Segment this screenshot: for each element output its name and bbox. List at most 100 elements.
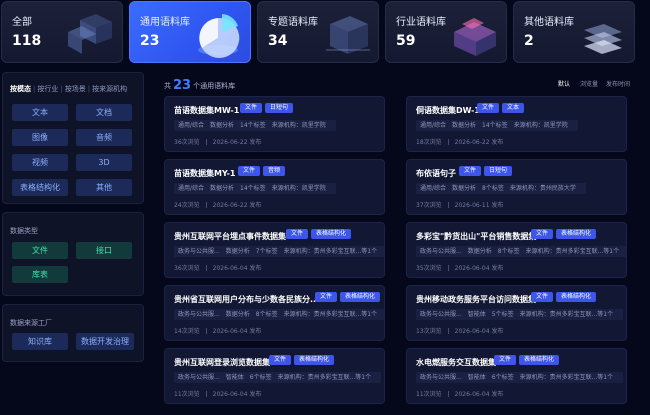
tab-scene[interactable]: 按场景 bbox=[65, 84, 86, 94]
modality-audio[interactable]: 音频 bbox=[76, 129, 132, 146]
stat-card-all[interactable]: 全部 118 bbox=[1, 1, 123, 63]
stat-label: 通用语料库 bbox=[140, 17, 190, 28]
result-count-number: 23 bbox=[173, 78, 192, 93]
dataset-footer: 36次浏览 2026-06-22 发布 bbox=[174, 139, 262, 146]
stat-label: 其他语料库 bbox=[524, 17, 574, 28]
source-title: 数据来源工厂 bbox=[10, 319, 52, 327]
dataset-footer: 36次浏览 2026-06-04 发布 bbox=[174, 265, 262, 272]
dataset-title: 贵州互联网登录浏览数据集 bbox=[174, 358, 270, 367]
modality-video[interactable]: 视频 bbox=[12, 154, 68, 171]
badge-type: 表格结构化 bbox=[311, 229, 352, 239]
dataset-card[interactable]: 苗语数据集MW-1 文件 日短句 通用/综合 数据分析 14个标签 来源机构：凯里学院 … bbox=[164, 96, 385, 152]
badge-type: 表格结构化 bbox=[519, 355, 560, 365]
stat-label: 专题语料库 bbox=[268, 17, 318, 28]
dataset-title: 贵州移动政务服务平台访问数据集 bbox=[416, 295, 536, 304]
badge-file: 文件 bbox=[240, 103, 263, 113]
dataset-title: 贵州互联网平台埋点事件数据集 bbox=[174, 232, 286, 241]
dataset-card[interactable]: 贵州互联网登录浏览数据集 文件 表格结构化 政务与公共服... 智能体 6个标签 来源机… bbox=[164, 348, 385, 404]
source-knowledge-base[interactable]: 知识库 bbox=[12, 333, 68, 350]
modality-image[interactable]: 图像 bbox=[12, 129, 68, 146]
badge-type: 日短句 bbox=[484, 166, 513, 176]
dataset-footer: 11次浏览 2026-06-04 发布 bbox=[416, 391, 504, 398]
modality-table[interactable]: 表格结构化 bbox=[12, 179, 68, 196]
dataset-card[interactable]: 布依语句子 文件 日短句 通用/综合 数据分析 8个标签 来源机构：贵州民族大学 37次… bbox=[406, 159, 627, 215]
dataset-card[interactable]: 水电燃服务交互数据集 文件 表格结构化 政务与公共服... 智能体 6个标签 来源机构：… bbox=[406, 348, 627, 404]
tab-modality[interactable]: 按模态 bbox=[10, 84, 31, 94]
stat-card-topic[interactable]: 专题语料库 34 bbox=[257, 1, 379, 63]
badge-file: 文件 bbox=[531, 229, 554, 239]
data-type-file[interactable]: 文件 bbox=[12, 242, 68, 259]
badge-type: 音频 bbox=[263, 166, 286, 176]
dataset-footer: 14次浏览 2026-06-04 发布 bbox=[174, 328, 262, 335]
dataset-meta: 政务与公共服... 智能体 5个标签 来源机构：贵州多彩宝互联...等1个 bbox=[416, 309, 624, 320]
stat-count: 34 bbox=[268, 33, 288, 49]
dataset-meta: 通用/综合 数据分析 14个标签 来源机构：凯里学院 bbox=[416, 120, 578, 131]
dataset-meta: 政务与公共服... 智能体 6个标签 来源机构：贵州多彩宝互联...等1个 bbox=[174, 372, 382, 383]
dataset-title: 贵州省互联网用户分布与少数各民族分... bbox=[174, 295, 320, 304]
badge-file: 文件 bbox=[315, 292, 338, 302]
badge-file: 文件 bbox=[238, 166, 261, 176]
tab-source-org[interactable]: 按来源机构 bbox=[92, 84, 127, 94]
layered-cube-icon bbox=[326, 16, 370, 54]
tab-industry[interactable]: 按行业 bbox=[37, 84, 58, 94]
sort-publish-time[interactable]: 发布时间 bbox=[606, 79, 630, 88]
result-count: 共 23 个通用语料库 bbox=[164, 78, 236, 93]
stat-card-general[interactable]: 通用语料库 23 bbox=[129, 1, 251, 63]
dataset-meta: 通用/综合 数据分析 14个标签 来源机构：凯里学院 bbox=[174, 120, 336, 131]
badge-file: 文件 bbox=[459, 166, 482, 176]
badge-file: 文件 bbox=[494, 355, 517, 365]
source-data-governance[interactable]: 数据开发治理 bbox=[76, 333, 134, 350]
modality-other[interactable]: 其他 bbox=[76, 179, 132, 196]
stat-card-other[interactable]: 其他语料库 2 bbox=[513, 1, 635, 63]
dataset-card[interactable]: 侗语数据集DW-1 文件 文本 通用/综合 数据分析 14个标签 来源机构：凯里学院 1… bbox=[406, 96, 627, 152]
dataset-footer: 13次浏览 2026-06-04 发布 bbox=[416, 328, 504, 335]
stat-label: 全部 bbox=[12, 17, 32, 28]
dataset-title: 水电燃服务交互数据集 bbox=[416, 358, 496, 367]
badge-type: 日短句 bbox=[265, 103, 294, 113]
badge-file: 文件 bbox=[477, 103, 500, 113]
stat-count: 118 bbox=[12, 33, 42, 49]
modality-3d[interactable]: 3D bbox=[76, 154, 132, 171]
dataset-card[interactable]: 苗语数据集MY-1 文件 音频 通用/综合 数据分析 14个标签 来源机构：凯里学院 2… bbox=[164, 159, 385, 215]
dataset-meta: 政务与公共服... 数据分析 8个标签 来源机构：贵州多彩宝互联...等1个 bbox=[174, 309, 384, 320]
stat-count: 2 bbox=[524, 33, 534, 49]
dataset-footer: 24次浏览 2026-06-22 发布 bbox=[174, 202, 262, 209]
dataset-footer: 11次浏览 2026-06-04 发布 bbox=[174, 391, 262, 398]
badge-type: 表格结构化 bbox=[294, 355, 335, 365]
dataset-card[interactable]: 多彩宝"黔货出山"平台销售数据集 文件 表格结构化 政务与公共服... 数据分析 8个… bbox=[406, 222, 627, 278]
dataset-meta: 通用/综合 数据分析 14个标签 来源机构：凯里学院 bbox=[174, 183, 336, 194]
stat-card-industry[interactable]: 行业语料库 59 bbox=[385, 1, 507, 63]
dataset-title: 苗语数据集MY-1 bbox=[174, 169, 236, 178]
dataset-meta: 通用/综合 数据分析 8个标签 来源机构：贵州民族大学 bbox=[416, 183, 586, 194]
dataset-footer: 37次浏览 2026-06-11 发布 bbox=[416, 202, 504, 209]
dataset-meta: 政务与公共服... 数据分析 7个标签 来源机构：贵州多彩宝互联...等1个 bbox=[174, 246, 384, 257]
dataset-title: 苗语数据集MW-1 bbox=[174, 106, 240, 115]
stat-count: 23 bbox=[140, 33, 160, 49]
dataset-meta: 政务与公共服... 智能体 6个标签 来源机构：贵州多彩宝互联...等1个 bbox=[416, 372, 624, 383]
dataset-footer: 18次浏览 2026-06-22 发布 bbox=[416, 139, 504, 146]
badge-type: 文本 bbox=[502, 103, 525, 113]
badge-type: 表格结构化 bbox=[556, 229, 597, 239]
modality-document[interactable]: 文档 bbox=[76, 104, 132, 121]
data-type-api[interactable]: 接口 bbox=[76, 242, 132, 259]
industry-block-icon bbox=[454, 18, 496, 56]
sort-views[interactable]: 浏览量 bbox=[580, 79, 598, 88]
stat-label: 行业语料库 bbox=[396, 17, 446, 28]
dataset-footer: 35次浏览 2026-06-04 发布 bbox=[416, 265, 504, 272]
dataset-meta: 政务与公共服... 数据分析 8个标签 来源机构：贵州多彩宝互联...等1个 bbox=[416, 246, 626, 257]
badge-type: 表格结构化 bbox=[340, 292, 381, 302]
modality-text[interactable]: 文本 bbox=[12, 104, 68, 121]
stat-count: 59 bbox=[396, 33, 416, 49]
sort-default[interactable]: 默认 bbox=[558, 79, 570, 88]
badge-file: 文件 bbox=[269, 355, 292, 365]
data-type-db-table[interactable]: 库表 bbox=[12, 266, 68, 283]
badge-file: 文件 bbox=[531, 292, 554, 302]
dataset-card[interactable]: 贵州移动政务服务平台访问数据集 文件 表格结构化 政务与公共服... 智能体 5个标签… bbox=[406, 285, 627, 341]
stacked-sheets-icon bbox=[584, 24, 622, 54]
dataset-title: 多彩宝"黔货出山"平台销售数据集 bbox=[416, 232, 537, 241]
dataset-card[interactable]: 贵州省互联网用户分布与少数各民族分... 文件 表格结构化 政务与公共服... 数据… bbox=[164, 285, 385, 341]
cube-stack-icon bbox=[68, 14, 112, 54]
dataset-card[interactable]: 贵州互联网平台埋点事件数据集 文件 表格结构化 政务与公共服... 数据分析 7个标签… bbox=[164, 222, 385, 278]
dataset-title: 侗语数据集DW-1 bbox=[416, 106, 480, 115]
pie-chart-icon bbox=[198, 14, 240, 58]
